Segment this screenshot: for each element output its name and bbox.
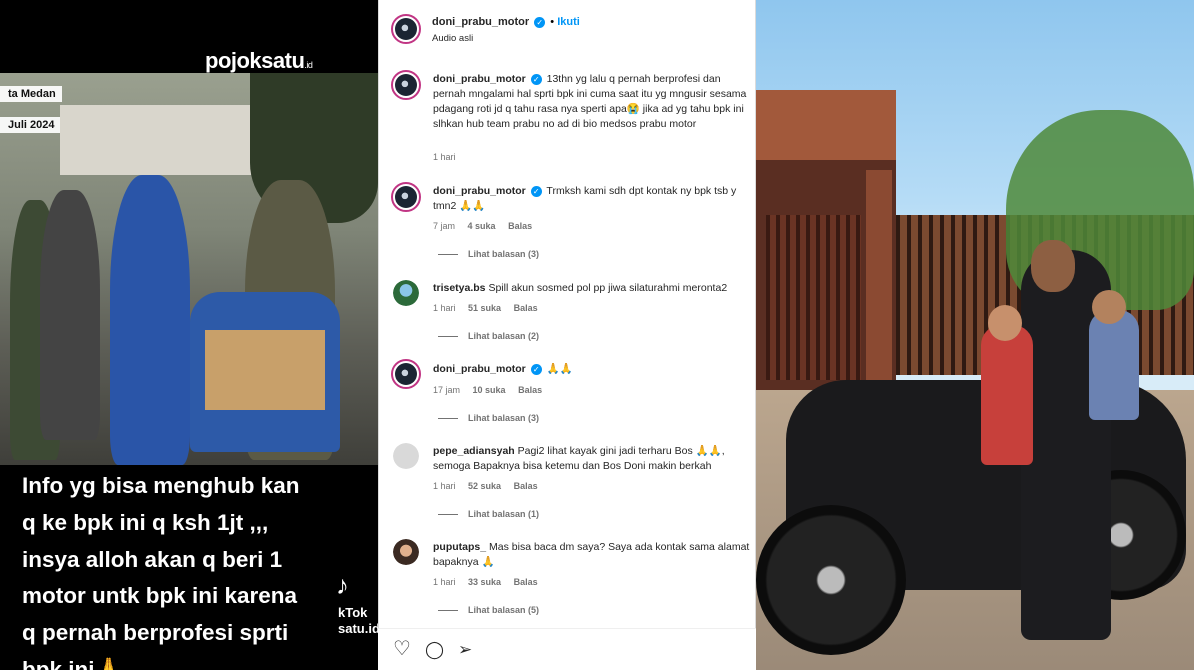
separator-dot: • (550, 16, 555, 28)
comment-time: 1 hari (433, 303, 456, 313)
comment-username[interactable]: doni_prabu_motor (433, 185, 526, 197)
comment-likes[interactable]: 52 suka (468, 481, 501, 491)
comment-text: doni_prabu_motor ✓ 13thn yg lalu q perna… (433, 72, 753, 132)
comment-meta: 1 hari 33 suka Balas (433, 577, 548, 587)
pojoksatu-logo: pojoksatu.id (205, 48, 313, 73)
tiktok-watermark: kTok satu.id (338, 605, 378, 637)
comment-likes[interactable]: 10 suka (473, 385, 506, 395)
comment-username[interactable]: doni_prabu_motor (433, 363, 526, 375)
verified-icon: ✓ (530, 185, 542, 197)
reply-button[interactable]: Balas (508, 221, 532, 231)
caption-line: motor untk bpk ini karena (22, 583, 298, 609)
caption-line: q ke bpk ini q ksh 1jt ,,, (22, 509, 269, 535)
video-panel: pojoksatu.id ta Medan Juli 2024 Info yg … (0, 0, 378, 670)
reply-button[interactable]: Balas (514, 303, 538, 313)
child-head (988, 305, 1022, 341)
comment-time: 7 jam (433, 221, 456, 231)
comment-time: 1 hari (433, 152, 456, 162)
comment-time: 1 hari (433, 481, 456, 491)
comment-username[interactable]: doni_prabu_motor (433, 73, 526, 85)
comment-meta: 1 hari 51 suka Balas (433, 303, 548, 313)
post-avatar[interactable] (391, 14, 421, 44)
person-figure (110, 175, 190, 465)
comment-meta: 1 hari 52 suka Balas (433, 481, 548, 491)
comment-avatar[interactable] (391, 182, 421, 212)
view-replies-button[interactable]: Lihat balasan (5) (438, 605, 539, 615)
house-roof (756, 90, 896, 160)
post-username[interactable]: doni_prabu_motor (432, 16, 529, 28)
comment-likes[interactable]: 51 suka (468, 303, 501, 313)
comment-text: trisetya.bs Spill akun sosmed pol pp jiw… (433, 281, 753, 296)
follow-button[interactable]: Ikuti (557, 16, 580, 28)
tiktok-sublabel: satu.id (338, 621, 378, 636)
comment-text: doni_prabu_motor ✓ Trmksh kami sdh dpt k… (433, 184, 753, 214)
comment-avatar[interactable] (393, 539, 419, 565)
heart-icon[interactable]: ♡ (393, 639, 411, 659)
comment-time: 1 hari (433, 577, 456, 587)
video-caption: Info yg bisa menghub kan q ke bpk ini q … (22, 468, 372, 670)
bread-cart-window (205, 330, 325, 410)
child-head (1092, 290, 1126, 324)
brick-pillar (866, 170, 892, 390)
comment-likes[interactable]: 4 suka (468, 221, 496, 231)
view-replies-button[interactable]: Lihat balasan (3) (438, 249, 539, 259)
comment-body: Spill akun sosmed pol pp jiwa silaturahm… (488, 282, 728, 294)
post-header: doni_prabu_motor ✓ • Ikuti (432, 16, 580, 28)
view-replies-button[interactable]: Lihat balasan (3) (438, 413, 539, 423)
wooden-gate (766, 215, 861, 380)
comment-avatar[interactable] (393, 280, 419, 306)
comment-username[interactable]: trisetya.bs (433, 282, 486, 294)
caption-line: bpk ini🙏 (22, 656, 123, 670)
reply-button[interactable]: Balas (518, 385, 542, 395)
post-action-bar: ♡ ◯ ➢ (378, 628, 756, 671)
view-replies-button[interactable]: Lihat balasan (2) (438, 331, 539, 341)
tiktok-label: kTok (338, 605, 368, 620)
tiktok-icon: ♪ (336, 570, 349, 600)
verified-icon: ✓ (530, 73, 542, 85)
comment-meta: 7 jam 4 suka Balas (433, 221, 542, 231)
comment-text: pepe_adiansyah Pagi2 lihat kayak gini ja… (433, 444, 753, 474)
comment-likes[interactable]: 33 suka (468, 577, 501, 587)
person-figure (40, 190, 100, 440)
comment-username[interactable]: puputaps_ (433, 541, 486, 553)
motorcycle-photo (756, 0, 1194, 670)
comment-meta: 17 jam 10 suka Balas (433, 385, 552, 395)
comment-meta: 1 hari (433, 152, 466, 162)
reply-button[interactable]: Balas (514, 481, 538, 491)
comment-text: puputaps_ Mas bisa baca dm saya? Saya ad… (433, 540, 753, 570)
child-figure (1089, 310, 1139, 420)
comment-icon[interactable]: ◯ (425, 640, 444, 660)
comment-avatar[interactable] (391, 70, 421, 100)
reply-button[interactable]: Balas (514, 577, 538, 587)
caption-line: Info yg bisa menghub kan (22, 473, 300, 498)
comment-avatar[interactable] (391, 359, 421, 389)
comment-body: 🙏🙏 (546, 363, 573, 375)
comment-username[interactable]: pepe_adiansyah (433, 445, 515, 457)
man-head (1031, 240, 1075, 292)
front-wheel (756, 505, 906, 655)
share-icon[interactable]: ➢ (458, 640, 472, 660)
audio-link[interactable]: Audio asli (432, 33, 473, 44)
comment-avatar[interactable] (393, 443, 419, 469)
caption-line: q pernah berprofesi sprti (22, 620, 289, 646)
verified-icon: ✓ (534, 16, 546, 28)
comment-text: doni_prabu_motor ✓ 🙏🙏 (433, 362, 753, 377)
comment-time: 17 jam (433, 385, 461, 395)
view-replies-button[interactable]: Lihat balasan (1) (438, 509, 539, 519)
child-figure (981, 325, 1033, 465)
date-label: Juli 2024 (0, 117, 61, 133)
caption-line: insya alloh akan q beri 1 (22, 546, 283, 572)
verified-icon: ✓ (530, 363, 542, 375)
location-label: ta Medan (0, 86, 62, 102)
